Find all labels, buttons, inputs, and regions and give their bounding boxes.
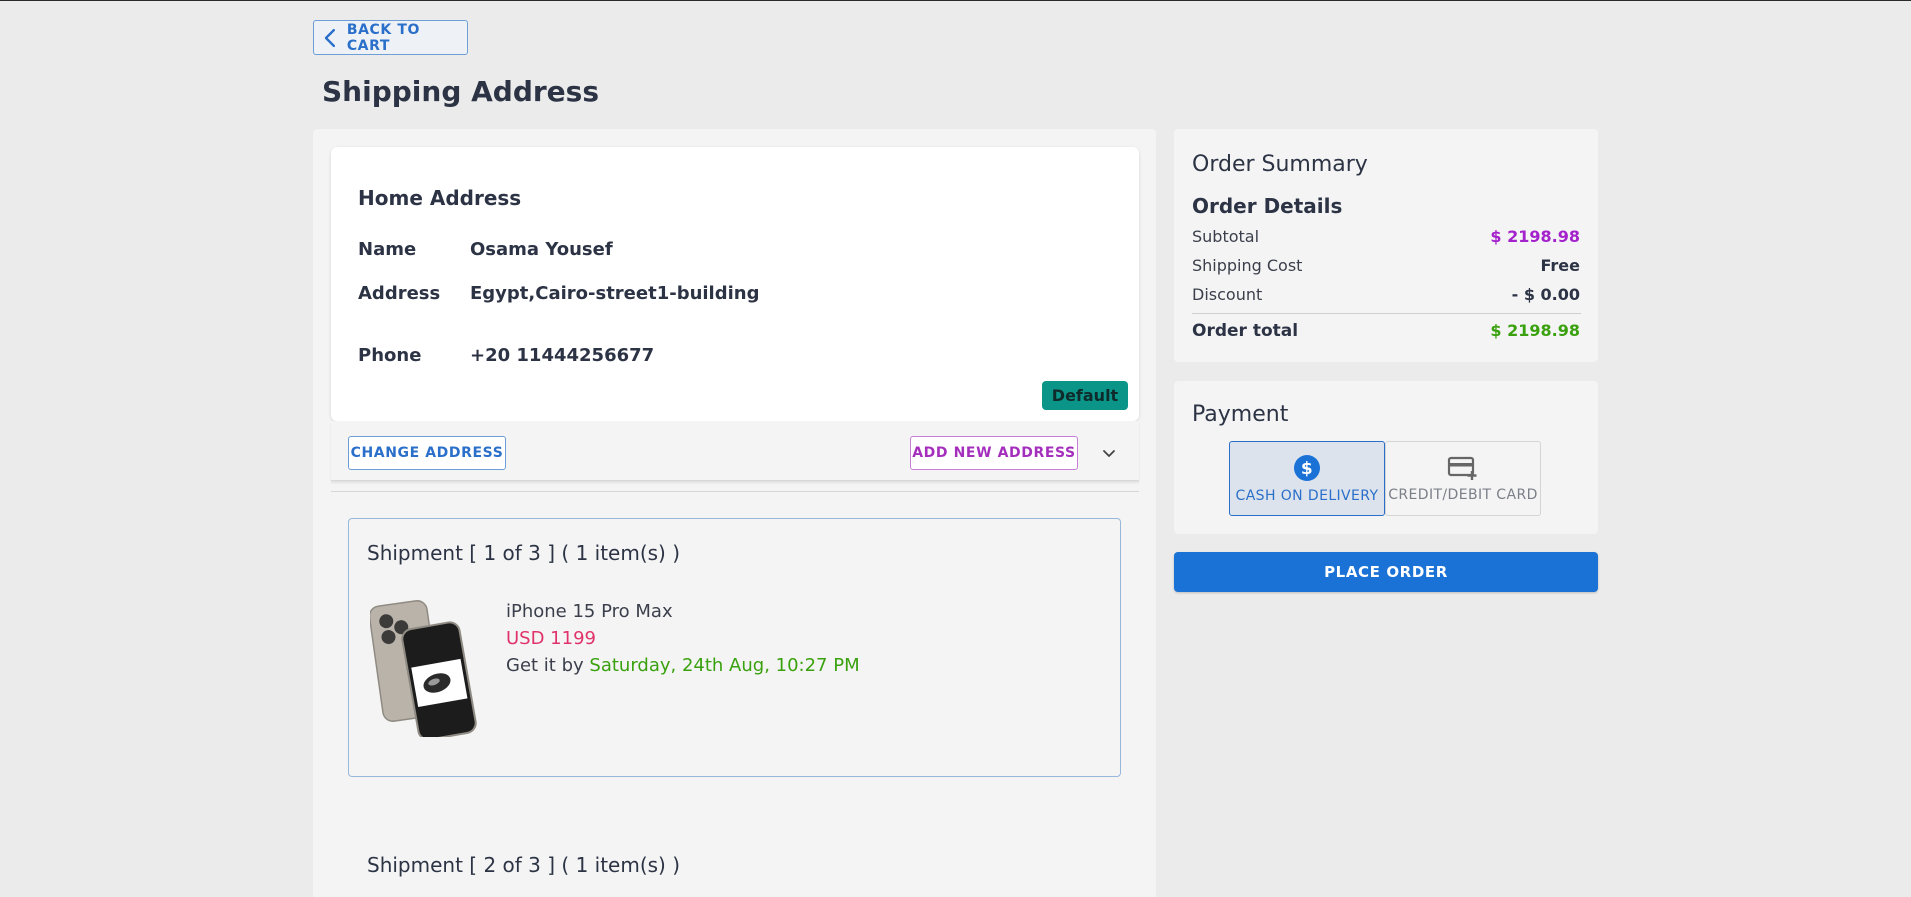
subtotal-label: Subtotal: [1192, 227, 1260, 246]
product-price: USD 1199: [506, 628, 596, 649]
chevron-down-icon[interactable]: [1098, 442, 1120, 464]
shipping-cost-label: Shipping Cost: [1192, 256, 1303, 275]
order-details-heading: Order Details: [1192, 194, 1343, 218]
dollar-icon: $: [1294, 454, 1320, 481]
chevron-left-icon: [324, 28, 336, 47]
page-title: Shipping Address: [322, 75, 599, 108]
address-card-title: Home Address: [358, 186, 522, 210]
credit-debit-card-label: CREDIT/DEBIT CARD: [1388, 486, 1538, 503]
product-name[interactable]: iPhone 15 Pro Max: [506, 601, 673, 622]
phone-value: +20 11444256677: [470, 345, 655, 366]
discount-value: - $ 0.00: [1511, 285, 1580, 304]
add-new-address-button[interactable]: ADD NEW ADDRESS: [910, 436, 1078, 470]
address-value: Egypt,Cairo-street1-building: [470, 283, 760, 304]
payment-heading: Payment: [1192, 402, 1289, 427]
shipping-cost-value: Free: [1540, 256, 1581, 275]
svg-text:$: $: [1301, 459, 1313, 479]
discount-label: Discount: [1192, 285, 1263, 304]
order-total-value: $ 2198.98: [1490, 321, 1580, 340]
credit-debit-card-option[interactable]: CREDIT/DEBIT CARD: [1385, 441, 1541, 516]
order-total-label: Order total: [1192, 321, 1299, 341]
default-badge: Default: [1042, 381, 1128, 410]
phone-label: Phone: [358, 345, 422, 366]
delivery-estimate: Get it by Saturday, 24th Aug, 10:27 PM: [506, 655, 860, 676]
divider: [331, 491, 1139, 492]
delivery-date: Saturday, 24th Aug, 10:27 PM: [589, 655, 860, 676]
name-value: Osama Yousef: [470, 239, 613, 260]
summary-divider: [1192, 313, 1581, 314]
back-to-cart-button[interactable]: BACK TO CART: [313, 20, 468, 55]
subtotal-value: $ 2198.98: [1490, 227, 1580, 246]
order-summary-heading: Order Summary: [1192, 152, 1368, 177]
add-card-icon: [1447, 456, 1477, 480]
name-label: Name: [358, 239, 417, 260]
cash-on-delivery-option[interactable]: $ CASH ON DELIVERY: [1229, 441, 1385, 516]
cash-on-delivery-label: CASH ON DELIVERY: [1235, 487, 1379, 504]
back-to-cart-label: BACK TO CART: [346, 21, 420, 54]
shipment-title: Shipment [ 1 of 3 ] ( 1 item(s) ): [367, 541, 681, 565]
place-order-button[interactable]: PLACE ORDER: [1174, 552, 1598, 592]
change-address-button[interactable]: CHANGE ADDRESS: [348, 436, 506, 470]
delivery-prefix: Get it by: [506, 655, 590, 676]
address-label: Address: [358, 283, 441, 304]
shipment-title: Shipment [ 2 of 3 ] ( 1 item(s) ): [367, 853, 681, 877]
product-image: [368, 599, 482, 741]
